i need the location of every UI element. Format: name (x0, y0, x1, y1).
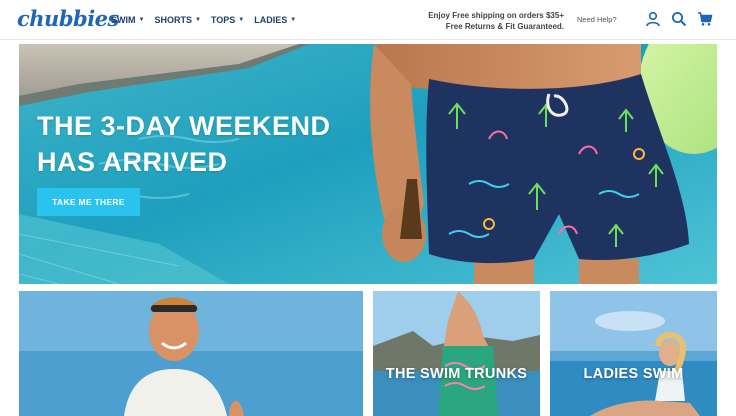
search-icon[interactable] (671, 11, 687, 27)
nav-swim-label: SWIM (111, 15, 136, 25)
chevron-down-icon: ▼ (138, 17, 145, 23)
logo[interactable]: chubbies (17, 6, 119, 31)
chevron-down-icon: ▼ (194, 17, 201, 23)
nav-ladies[interactable]: LADIES ▼ (254, 15, 296, 25)
ladies-swim-image (550, 291, 717, 416)
promo-line-2: Free Returns & Fit Guaranteed. (445, 22, 564, 31)
hero-title-line-2: HAS ARRIVED (37, 147, 228, 177)
site-header: chubbies SWIM ▼ SHORTS ▼ TOPS ▼ LADIES ▼… (0, 0, 736, 40)
main-nav: SWIM ▼ SHORTS ▼ TOPS ▼ LADIES ▼ (111, 15, 296, 25)
nav-tops[interactable]: TOPS ▼ (211, 15, 244, 25)
chevron-down-icon: ▼ (290, 17, 297, 23)
chevron-down-icon: ▼ (238, 17, 245, 23)
ladies-swim-label: LADIES SWIM (583, 366, 684, 382)
need-help-link[interactable]: Need Help? (577, 15, 617, 24)
nav-tops-label: TOPS (210, 15, 236, 25)
hero-title: THE 3-DAY WEEKEND HAS ARRIVED (37, 108, 357, 180)
nav-shorts[interactable]: SHORTS ▼ (154, 15, 200, 25)
user-icon[interactable] (645, 11, 661, 27)
swim-trunks-card[interactable]: THE SWIM TRUNKS (373, 291, 540, 416)
ladies-swim-card[interactable]: LADIES SWIM (550, 291, 717, 416)
nav-shorts-label: SHORTS (154, 15, 192, 25)
nav-swim[interactable]: SWIM ▼ (111, 15, 144, 25)
hero-title-line-1: THE 3-DAY WEEKEND (37, 111, 331, 141)
take-me-there-button[interactable]: TAKE ME THERE (37, 188, 140, 216)
card-1-image (19, 291, 363, 416)
hero-banner[interactable]: THE 3-DAY WEEKEND HAS ARRIVED TAKE ME TH… (19, 44, 717, 284)
swim-trunks-image (373, 291, 540, 416)
swim-trunks-label: THE SWIM TRUNKS (385, 366, 528, 382)
shipping-promo: Enjoy Free shipping on orders $35+ Free … (398, 10, 564, 32)
nav-ladies-label: LADIES (254, 15, 288, 25)
promo-card-1[interactable] (19, 291, 363, 416)
promo-line-1: Enjoy Free shipping on orders $35+ (428, 11, 564, 20)
cart-icon[interactable] (697, 11, 713, 27)
